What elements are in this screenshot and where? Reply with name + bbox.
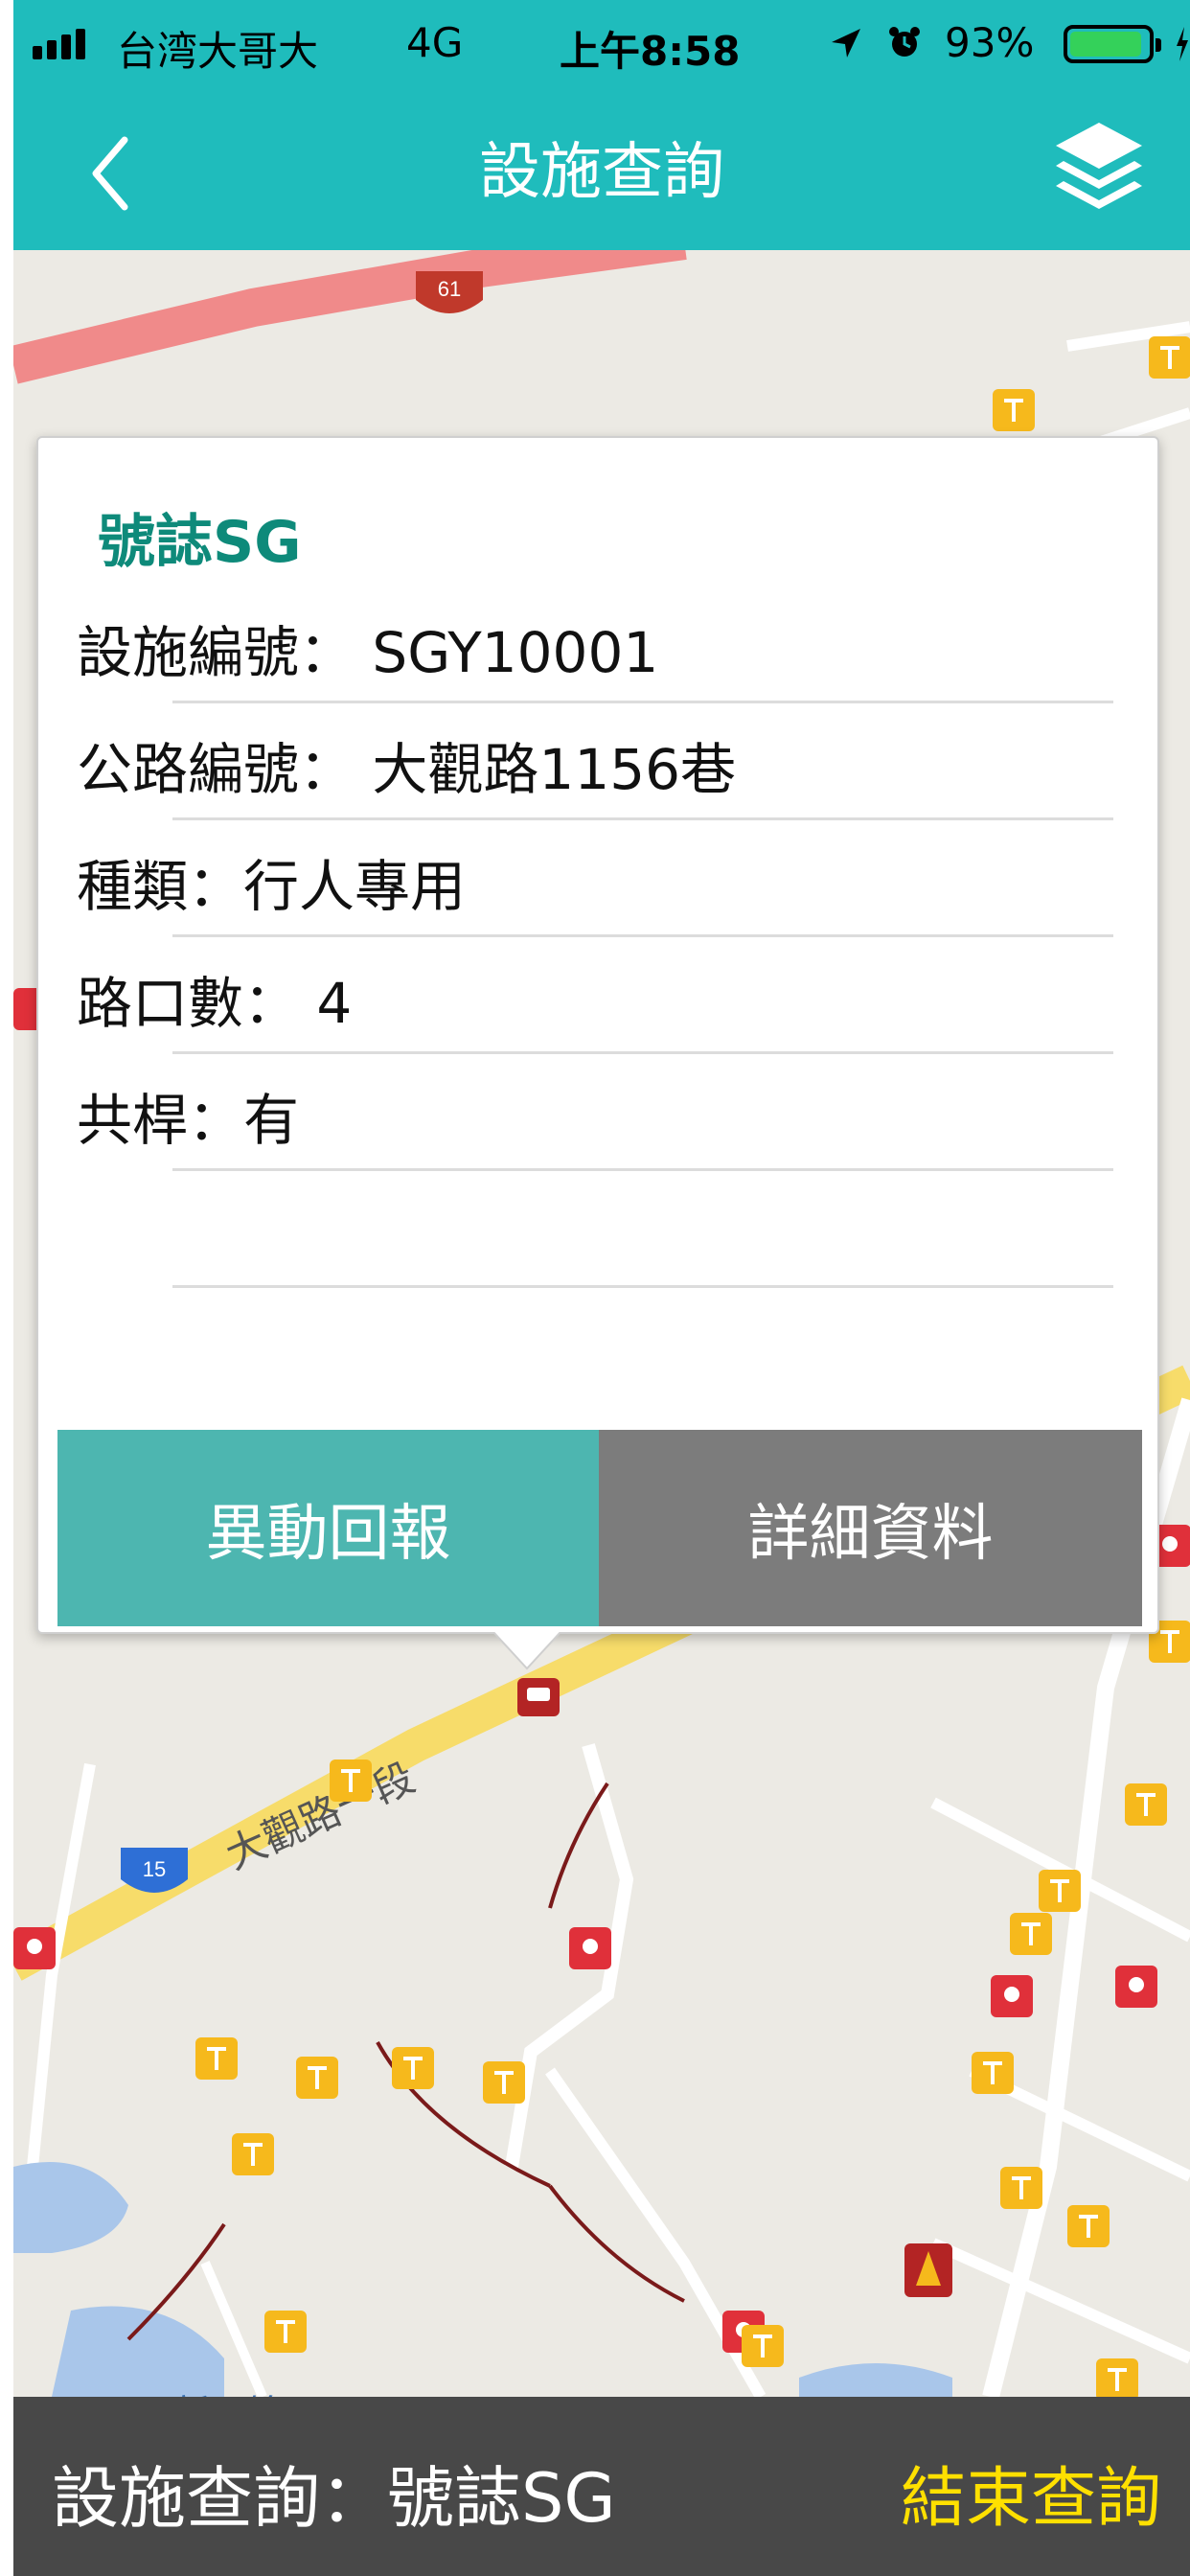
battery-percent: 93%: [945, 19, 1035, 66]
signal-marker-icon[interactable]: [569, 1927, 611, 1969]
network-type: 4G: [406, 19, 464, 66]
selected-signal-marker-icon[interactable]: [517, 1678, 560, 1716]
signal-marker-icon[interactable]: [13, 1927, 56, 1969]
battery-level: [1070, 32, 1142, 57]
signal-marker-icon[interactable]: [1115, 1966, 1157, 2008]
query-status-label: 設施查詢：號誌SG: [52, 2459, 616, 2538]
nav-bar: 設施查詢: [13, 82, 1190, 250]
traffic-light-marker-icon[interactable]: [1096, 2358, 1138, 2397]
info-row-text: 種類：行人專用: [77, 854, 467, 919]
traffic-light-marker-icon[interactable]: [483, 2061, 525, 2104]
svg-text:15: 15: [143, 1857, 166, 1881]
info-row-facility-id: 設施編號： SGY10001: [77, 586, 1161, 703]
status-bar: 台湾大哥大 4G 上午8:58 93%: [13, 0, 1190, 82]
info-row-text: 設施編號： SGY10001: [77, 620, 659, 685]
alarm-icon: [889, 27, 920, 57]
row-divider: [172, 1285, 1113, 1288]
road-shield-61: 61: [416, 271, 483, 313]
info-row-text: 共桿：有: [77, 1088, 300, 1153]
map-water: [13, 2162, 952, 2397]
report-change-button[interactable]: 異動回報: [57, 1430, 599, 1626]
signal-strength-icon: [33, 29, 85, 59]
facility-info-popup: 號誌SG 設施編號： SGY10001 公路編號： 大觀路1156巷 種類：行人…: [36, 436, 1159, 1634]
traffic-light-marker-icon[interactable]: [972, 2052, 1014, 2094]
traffic-light-marker-icon[interactable]: [330, 1760, 372, 1802]
battery-icon: [1064, 25, 1161, 63]
traffic-light-marker-icon[interactable]: [392, 2047, 434, 2089]
traffic-light-marker-icon[interactable]: [742, 2325, 784, 2367]
popup-heading: 號誌SG: [98, 509, 302, 576]
traffic-light-marker-icon[interactable]: [1149, 336, 1190, 379]
layers-icon[interactable]: [1046, 113, 1152, 218]
carrier-name: 台湾大哥大: [117, 28, 319, 75]
end-query-button[interactable]: 結束查詢: [901, 2445, 1161, 2540]
road-shield-15: 15: [121, 1848, 188, 1893]
info-row-empty: [77, 1171, 1161, 1288]
traffic-light-marker-icon[interactable]: [1067, 2205, 1110, 2247]
detail-info-button[interactable]: 詳細資料: [599, 1430, 1142, 1626]
info-row-road-id: 公路編號： 大觀路1156巷: [77, 703, 1161, 820]
traffic-light-marker-icon[interactable]: [993, 389, 1035, 431]
traffic-light-marker-icon[interactable]: [1039, 1870, 1081, 1912]
traffic-light-marker-icon[interactable]: [1000, 2167, 1042, 2209]
popup-pointer: [493, 1632, 561, 1670]
signal-marker-icon[interactable]: [991, 1975, 1033, 2017]
info-row-intersections: 路口數： 4: [77, 937, 1161, 1054]
page-title: 設施查詢: [479, 137, 724, 208]
popup-actions: 異動回報 詳細資料: [57, 1430, 1142, 1626]
traffic-light-marker-icon[interactable]: [264, 2311, 307, 2353]
info-row-text: 路口數： 4: [77, 971, 353, 1036]
traffic-light-marker-icon[interactable]: [195, 2037, 238, 2080]
traffic-light-marker-icon[interactable]: [296, 2057, 338, 2099]
traffic-light-marker-icon[interactable]: [232, 2133, 274, 2175]
svg-text:61: 61: [438, 277, 461, 301]
clock: 上午8:58: [560, 28, 741, 75]
info-row-type: 種類：行人專用: [77, 820, 1161, 937]
charging-bolt-icon: [1177, 27, 1188, 61]
traffic-light-marker-icon[interactable]: [1125, 1783, 1167, 1826]
info-row-text: 公路編號： 大觀路1156巷: [77, 737, 737, 802]
bottom-bar: 設施查詢：號誌SG 結束查詢: [13, 2397, 1190, 2576]
traffic-light-marker-icon[interactable]: [1010, 1913, 1052, 1955]
road-label-daguan: 大觀路一段: [218, 1754, 422, 1878]
location-arrow-icon: [832, 29, 860, 58]
info-row-shared-pole: 共桿：有: [77, 1054, 1161, 1171]
cone-marker-icon[interactable]: [904, 2243, 952, 2297]
